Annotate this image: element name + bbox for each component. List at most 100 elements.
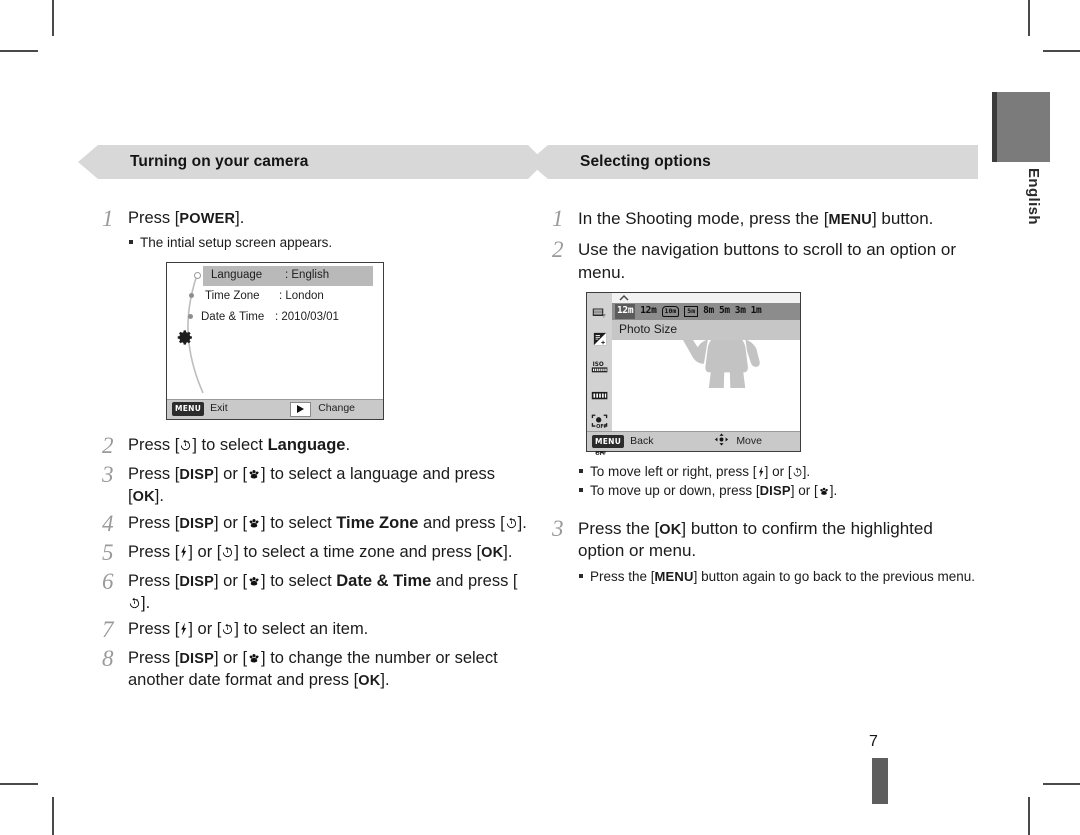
crop-mark-bottom-left-vertical (52, 797, 54, 835)
flash-icon (757, 466, 765, 478)
macro-icon (247, 575, 261, 588)
right-column: Selecting options 1 In the Shooting mode… (528, 145, 978, 589)
macro-icon (247, 652, 261, 665)
iso-icon[interactable]: ISO (591, 358, 609, 380)
lcd-row-label: Time Zone (205, 290, 260, 303)
resolution-option[interactable]: 8m (703, 305, 714, 318)
step-text: Press the [OK] button to confirm the hig… (578, 515, 978, 587)
lcd-footer-right-label: Move (736, 434, 762, 447)
step-number: 5 (102, 539, 114, 565)
gear-icon (177, 329, 194, 353)
step-bullets: Press the [MENU] button again to go back… (578, 567, 978, 586)
step-item: 3 Press [DISP] or [] to select a languag… (98, 461, 528, 508)
lcd-footer-right-group: Move (714, 432, 800, 451)
resolution-option-wide[interactable]: 10m (661, 306, 680, 317)
step-text: Press [DISP] or [] to change the number … (128, 649, 498, 690)
resolution-option[interactable]: 1m (751, 305, 762, 318)
svg-text:OFF: OFF (595, 451, 606, 456)
crop-mark-top-right-horizontal (1043, 50, 1080, 52)
self-timer-icon (505, 517, 518, 530)
step-bullets: The intial setup screen appears. (128, 233, 528, 252)
lcd-row-date-time[interactable]: Date & Time : 2010/03/01 (201, 308, 339, 328)
svg-text:OFF: OFF (596, 424, 607, 429)
step-number: 6 (102, 568, 114, 594)
self-timer-icon (128, 597, 141, 610)
section-header-selecting-options: Selecting options (528, 145, 978, 179)
left-steps-list: 1 Press [POWER]. The intial setup screen… (98, 205, 528, 692)
row-marker-dot (188, 313, 193, 319)
step-text: Press [] to select Language. (128, 435, 351, 454)
step-item: 2 Press [] to select Language. (98, 432, 528, 459)
step-number: 3 (102, 462, 114, 488)
step-text: Press [DISP] or [] to select a language … (128, 465, 495, 505)
lcd-row-time-zone[interactable]: Time Zone : London (205, 287, 324, 307)
language-tab-label: English (1025, 168, 1042, 225)
macro-icon (247, 468, 261, 481)
self-timer-icon (179, 439, 192, 452)
self-timer-icon (792, 467, 803, 478)
step-text: Press [DISP] or [] to select Time Zone a… (128, 513, 527, 532)
quality-icon[interactable]: F (592, 303, 607, 325)
self-timer-icon (221, 546, 234, 559)
step-item: 3 Press the [OK] button to confirm the h… (548, 515, 978, 587)
lcd-setup-screen: Language : English Time Zone : London Da… (166, 261, 384, 420)
step-text: Use the navigation buttons to scroll to … (578, 236, 978, 500)
row-marker-dot (194, 271, 201, 279)
crop-mark-bottom-right-horizontal (1043, 783, 1080, 785)
page-number-bar (872, 758, 888, 804)
white-balance-icon[interactable] (591, 385, 609, 407)
step-item: 5 Press [] or [] to select a time zone a… (98, 539, 528, 566)
step-item: 1 Press [POWER]. The intial setup screen… (98, 205, 528, 420)
bullet-item: To move left or right, press [] or []. (578, 462, 978, 481)
resolution-options-bar: 12m 12m 10m 5m 8m 5m 3m 1m (612, 303, 800, 320)
step-number: 1 (552, 206, 564, 231)
macro-icon (818, 486, 830, 497)
step-number: 1 (102, 206, 114, 231)
svg-text:F: F (603, 314, 606, 320)
step-item: 7 Press [] or [] to select an item. (98, 616, 528, 643)
lcd-preview-canvas (612, 340, 800, 432)
lcd-footer-left-label: Back (630, 434, 654, 447)
header-notch (528, 145, 548, 179)
step-number: 2 (102, 432, 114, 458)
resolution-option[interactable]: 5m (719, 305, 730, 318)
lcd-footer-right-group: Change (290, 401, 383, 417)
crop-mark-top-right-vertical (1028, 0, 1030, 36)
section-title: Turning on your camera (130, 153, 309, 170)
step-number: 7 (102, 617, 114, 643)
chevron-up-icon (619, 295, 629, 301)
crop-mark-bottom-left-horizontal (0, 783, 38, 785)
step-item: 8 Press [DISP] or [] to change the numbe… (98, 645, 528, 692)
lcd-footer: MENU Back Move (587, 431, 800, 451)
ev-icon[interactable] (593, 330, 607, 352)
step-text: Press [POWER]. The intial setup screen a… (128, 205, 528, 420)
step-item: 6 Press [DISP] or [] to select Date & Ti… (98, 568, 528, 615)
resolution-option-boxed[interactable]: 5m (684, 306, 699, 317)
four-way-move-icon (714, 432, 729, 451)
scroll-up-indicator[interactable] (612, 293, 800, 303)
language-tab-block (992, 92, 1050, 162)
resolution-option[interactable]: 12m (640, 305, 657, 318)
step-text: Press [] or [] to select a time zone and… (128, 542, 513, 561)
play-right-icon (290, 401, 312, 417)
lcd-option-label-row: Photo Size (612, 320, 800, 340)
lcd-option-label: Photo Size (619, 322, 678, 337)
section-title: Selecting options (580, 153, 711, 170)
step-number: 8 (102, 646, 114, 672)
flash-icon (179, 545, 188, 559)
step-number: 4 (102, 510, 114, 536)
step-item: 2 Use the navigation buttons to scroll t… (548, 236, 978, 500)
step-text: In the Shooting mode, press the [MENU] b… (578, 209, 934, 228)
resolution-option[interactable]: 3m (735, 305, 746, 318)
step-item: 1 In the Shooting mode, press the [MENU]… (548, 205, 978, 232)
lcd-row-language[interactable]: Language : English (203, 265, 373, 286)
crop-mark-top-left-horizontal (0, 50, 38, 52)
flash-icon (179, 622, 188, 636)
bullet-item: To move up or down, press [DISP] or []. (578, 481, 978, 500)
resolution-option-selected[interactable]: 12m (615, 304, 636, 319)
header-notch (78, 145, 98, 179)
menu-badge: MENU (592, 434, 625, 449)
move-bullets: To move left or right, press [] or []. T… (578, 462, 978, 501)
lcd-row-value: : London (279, 290, 324, 303)
right-steps-list: 1 In the Shooting mode, press the [MENU]… (548, 205, 978, 587)
